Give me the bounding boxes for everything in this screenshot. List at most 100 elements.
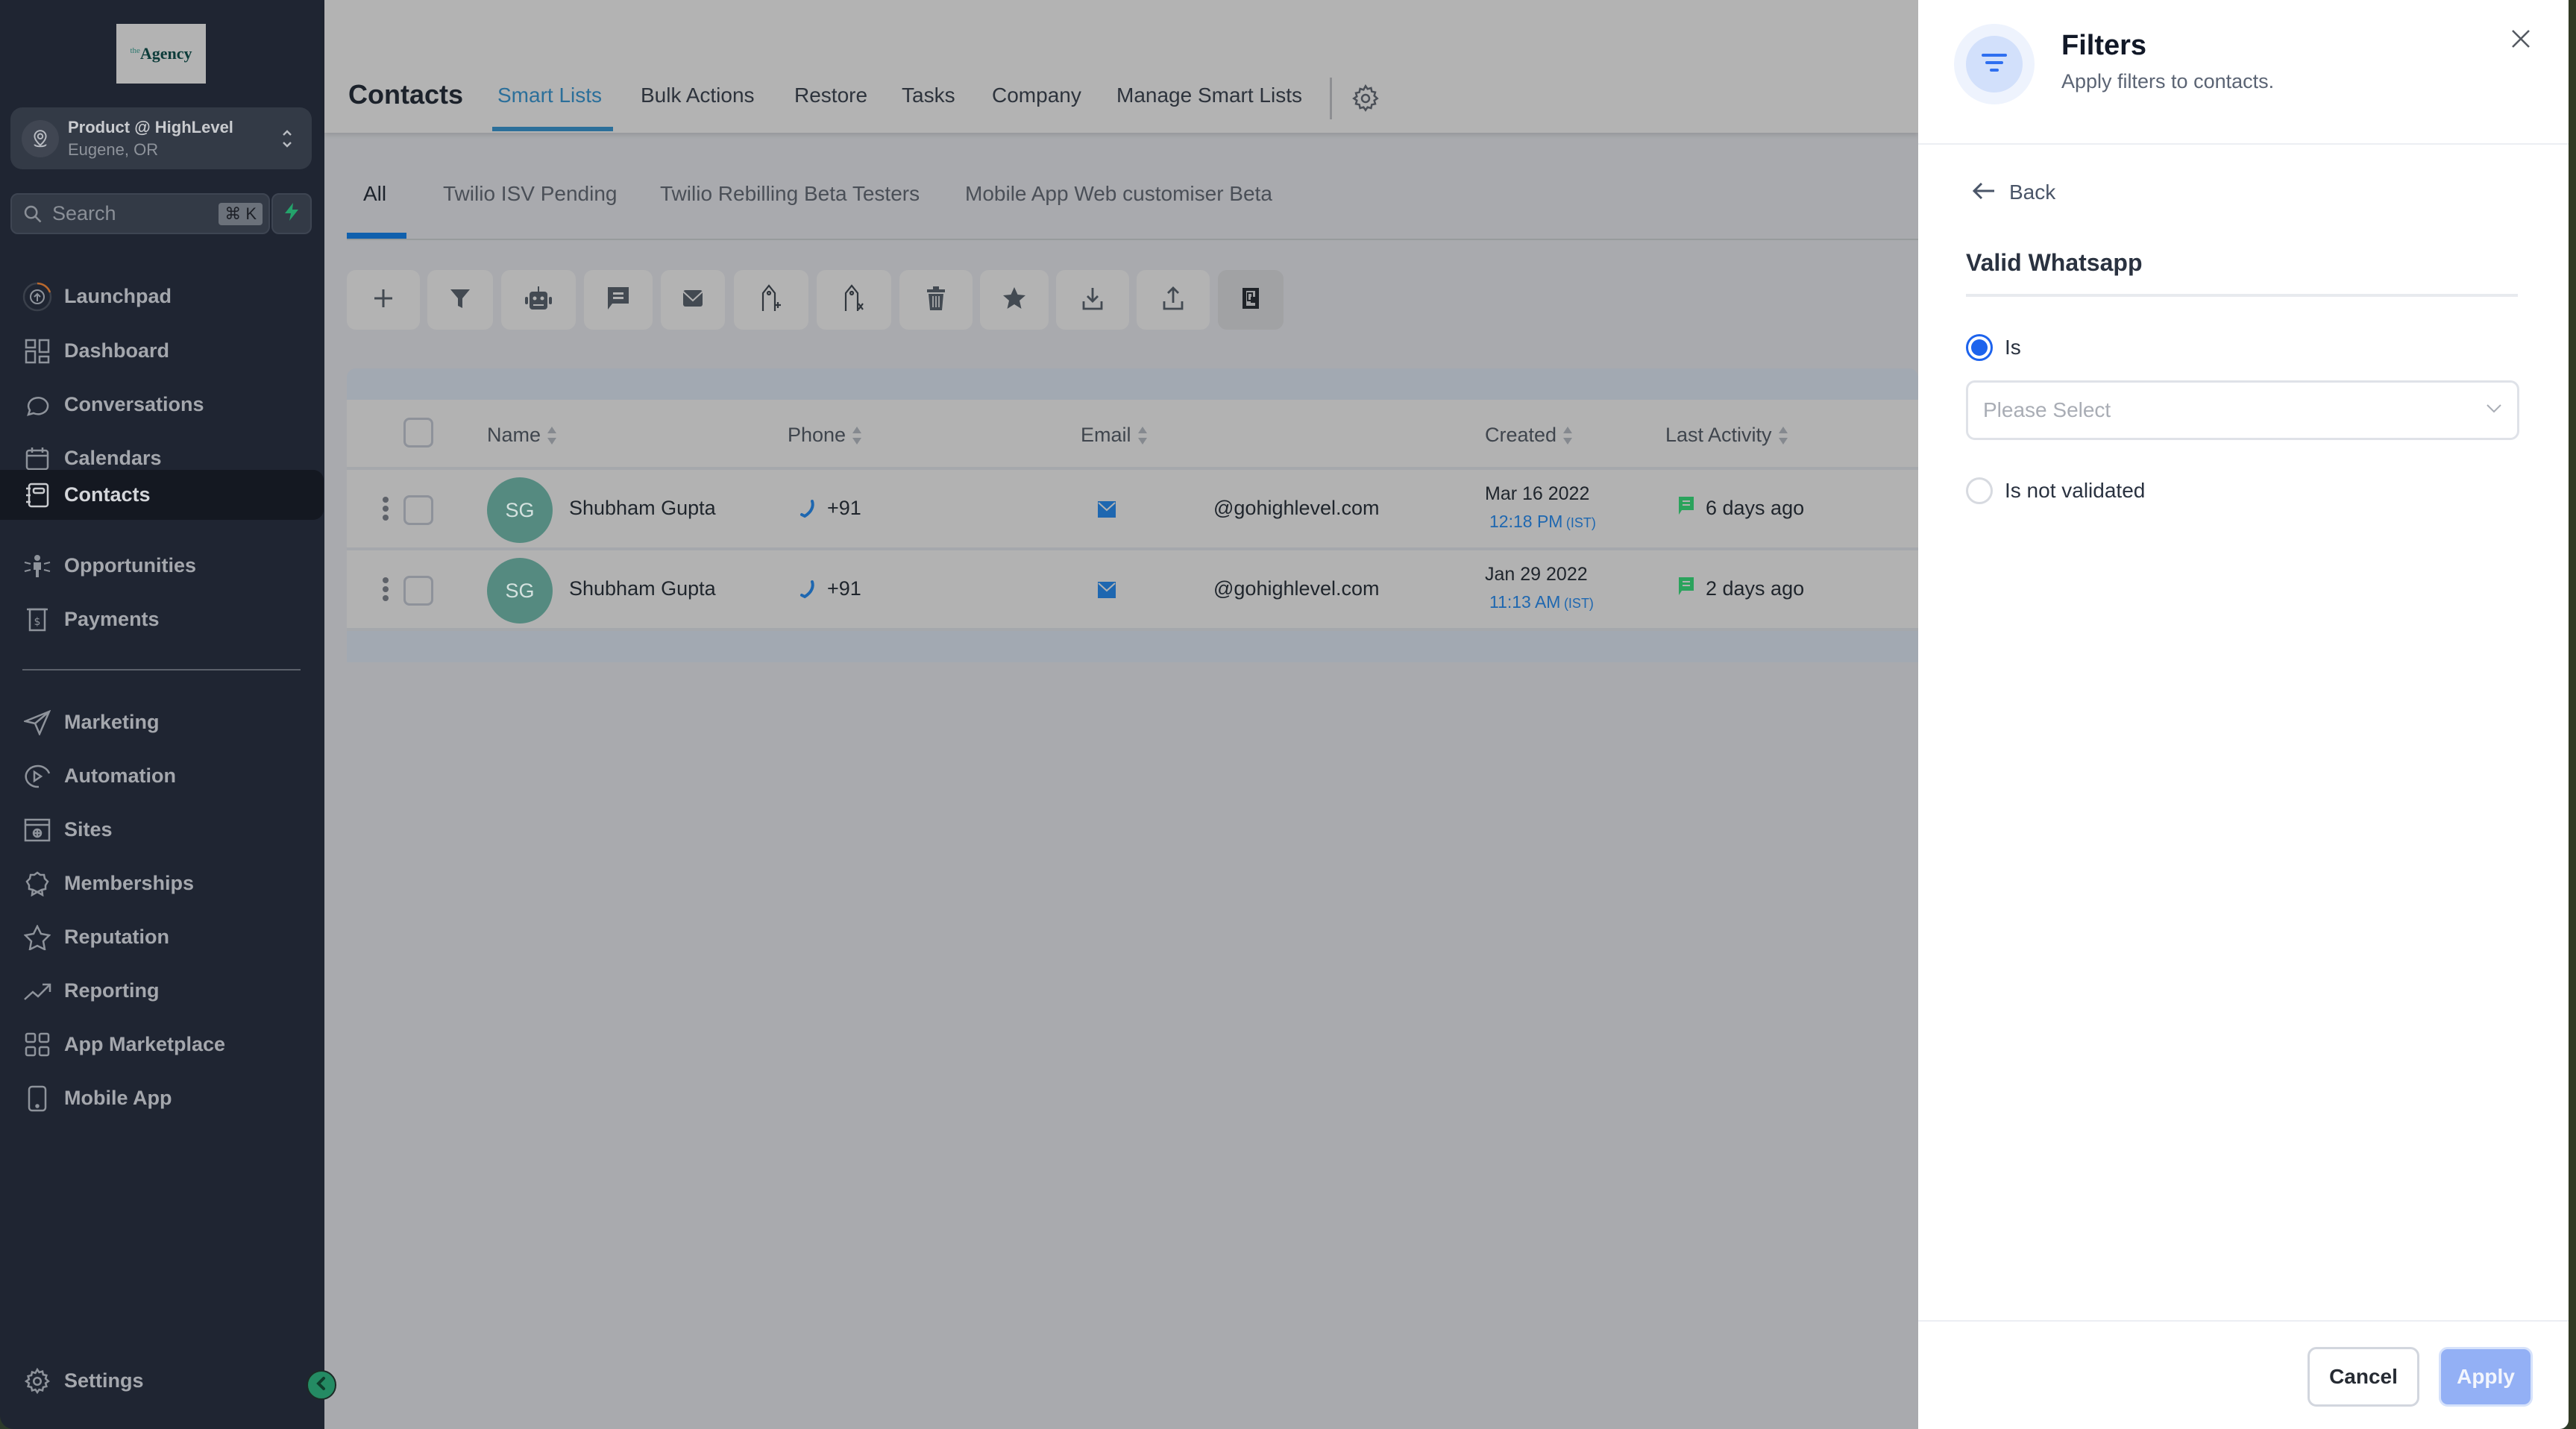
sms-activity-icon <box>1679 577 1694 600</box>
row-actions-menu-icon[interactable] <box>383 497 389 521</box>
nav-label: Memberships <box>64 872 195 894</box>
created-time: 12:18 PM <box>1489 512 1563 531</box>
send-email-button[interactable] <box>661 270 725 330</box>
contact-email: @gohighlevel.com <box>1213 577 1380 600</box>
quick-actions-button[interactable] <box>271 193 312 234</box>
tab-manage-smart-lists[interactable]: Manage Smart Lists <box>1116 84 1302 107</box>
nav-label: Calendars <box>64 447 162 469</box>
add-tag-button[interactable] <box>734 270 808 330</box>
column-header-phone[interactable]: Phone <box>788 424 862 447</box>
export-contacts-button[interactable] <box>1137 270 1210 330</box>
import-contacts-button[interactable] <box>1056 270 1129 330</box>
sidebar-item-automation[interactable]: Automation <box>0 751 324 801</box>
option-label: Is <box>2005 336 2021 359</box>
back-button[interactable]: Back <box>1972 180 2055 204</box>
option-label: Is not validated <box>2005 479 2146 502</box>
tab-smart-lists[interactable]: Smart Lists <box>497 84 602 107</box>
sidebar-item-contacts[interactable]: Contacts <box>0 470 324 520</box>
sidebar-item-payments[interactable]: $ Payments <box>0 594 324 644</box>
sidebar-item-reporting[interactable]: Reporting <box>0 966 324 1016</box>
column-header-created[interactable]: Created <box>1485 424 1573 447</box>
tab-restore[interactable]: Restore <box>794 84 867 107</box>
gear-icon <box>22 1366 52 1396</box>
select-all-checkbox[interactable] <box>403 418 433 447</box>
sidebar: the Agency Product @ HighLevel Eugene, OR… <box>0 0 324 1429</box>
active-tab-indicator <box>492 127 613 131</box>
filter-button[interactable] <box>427 270 493 330</box>
option-is[interactable]: Is <box>1966 334 2021 361</box>
apply-button[interactable]: Apply <box>2439 1347 2533 1407</box>
last-activity: 2 days ago <box>1706 577 1805 600</box>
send-sms-button[interactable] <box>584 270 653 330</box>
sidebar-search-input[interactable]: Search ⌘ K <box>10 193 270 234</box>
payments-icon: $ <box>22 605 52 635</box>
radio-is[interactable] <box>1966 334 1993 361</box>
sidebar-item-launchpad[interactable]: Launchpad <box>0 271 324 321</box>
smart-list-tab-twilio-isv-pending[interactable]: Twilio ISV Pending <box>443 182 617 206</box>
sidebar-item-sites[interactable]: Sites <box>0 805 324 855</box>
star-icon <box>1002 286 1026 314</box>
smart-list-tab-twilio-rebilling[interactable]: Twilio Rebilling Beta Testers <box>660 182 920 206</box>
sidebar-item-dashboard[interactable]: Dashboard <box>0 326 324 376</box>
row-checkbox[interactable] <box>403 495 433 525</box>
column-header-name[interactable]: Name <box>487 424 557 447</box>
sidebar-item-app-marketplace[interactable]: App Marketplace <box>0 1020 324 1070</box>
nav-label: Opportunities <box>64 554 196 577</box>
table-header: Name Phone Email Created Last Activity <box>347 400 1918 470</box>
sidebar-item-settings[interactable]: Settings <box>0 1356 324 1406</box>
table-row[interactable]: SG Shubham Gupta +91 @gohighlevel.com Ja… <box>347 550 1918 631</box>
merge-contacts-button[interactable] <box>1218 270 1284 330</box>
filters-panel: Filters Apply filters to contacts. Back … <box>1918 0 2569 1429</box>
close-panel-button[interactable] <box>2506 25 2536 55</box>
smart-list-settings-button[interactable] <box>1351 84 1380 117</box>
contacts-book-icon <box>22 480 52 510</box>
sidebar-item-marketing[interactable]: Marketing <box>0 697 324 747</box>
add-contact-button[interactable] <box>347 270 420 330</box>
phone-icon[interactable] <box>799 498 817 523</box>
svg-text:$: $ <box>34 616 41 628</box>
row-actions-menu-icon[interactable] <box>383 577 389 601</box>
contact-name[interactable]: Shubham Gupta <box>569 497 716 520</box>
value-select-dropdown[interactable]: Please Select <box>1966 380 2519 440</box>
remove-tag-button[interactable] <box>817 270 891 330</box>
tab-company[interactable]: Company <box>992 84 1081 107</box>
radio-is-not-validated[interactable] <box>1966 477 1993 504</box>
option-is-not-validated[interactable]: Is not validated <box>1966 477 2145 504</box>
sidebar-item-memberships[interactable]: Memberships <box>0 858 324 908</box>
smart-list-tab-mobile-app-beta[interactable]: Mobile App Web customiser Beta <box>965 182 1272 206</box>
sidebar-divider <box>22 669 301 670</box>
filter-icon <box>449 287 471 313</box>
sidebar-item-mobile-app[interactable]: Mobile App <box>0 1073 324 1123</box>
email-icon[interactable] <box>1098 582 1116 602</box>
delete-contacts-button[interactable] <box>899 270 973 330</box>
row-checkbox[interactable] <box>403 576 433 606</box>
add-to-automation-button[interactable] <box>501 270 576 330</box>
nav-label: Marketing <box>64 711 160 733</box>
search-shortcut-badge: ⌘ K <box>219 202 263 225</box>
agency-logo[interactable]: the Agency <box>116 24 206 84</box>
column-header-last-activity[interactable]: Last Activity <box>1665 424 1788 447</box>
tab-tasks[interactable]: Tasks <box>902 84 955 107</box>
table-row[interactable]: SG Shubham Gupta +91 @gohighlevel.com Ma… <box>347 470 1918 550</box>
sidebar-item-reputation[interactable]: Reputation <box>0 912 324 962</box>
last-activity: 6 days ago <box>1706 497 1805 519</box>
contact-phone: +91 <box>827 497 861 519</box>
review-request-button[interactable] <box>980 270 1049 330</box>
cancel-button[interactable]: Cancel <box>2308 1347 2419 1407</box>
location-switcher[interactable]: Product @ HighLevel Eugene, OR <box>10 107 312 169</box>
collapse-sidebar-button[interactable] <box>307 1370 336 1400</box>
badge-icon <box>22 869 52 899</box>
column-header-email[interactable]: Email <box>1081 424 1148 447</box>
nav-label: Sites <box>64 818 113 841</box>
contact-name[interactable]: Shubham Gupta <box>569 577 716 600</box>
email-icon[interactable] <box>1098 501 1116 521</box>
smart-list-tab-all[interactable]: All <box>363 182 386 206</box>
plus-icon <box>372 287 395 313</box>
search-placeholder: Search <box>52 202 116 224</box>
sidebar-item-conversations[interactable]: Conversations <box>0 380 324 430</box>
phone-icon[interactable] <box>799 579 817 603</box>
tab-bulk-actions[interactable]: Bulk Actions <box>641 84 755 107</box>
sidebar-item-opportunities[interactable]: Opportunities <box>0 541 324 591</box>
sort-icon <box>1778 425 1788 446</box>
email-icon <box>682 289 704 312</box>
